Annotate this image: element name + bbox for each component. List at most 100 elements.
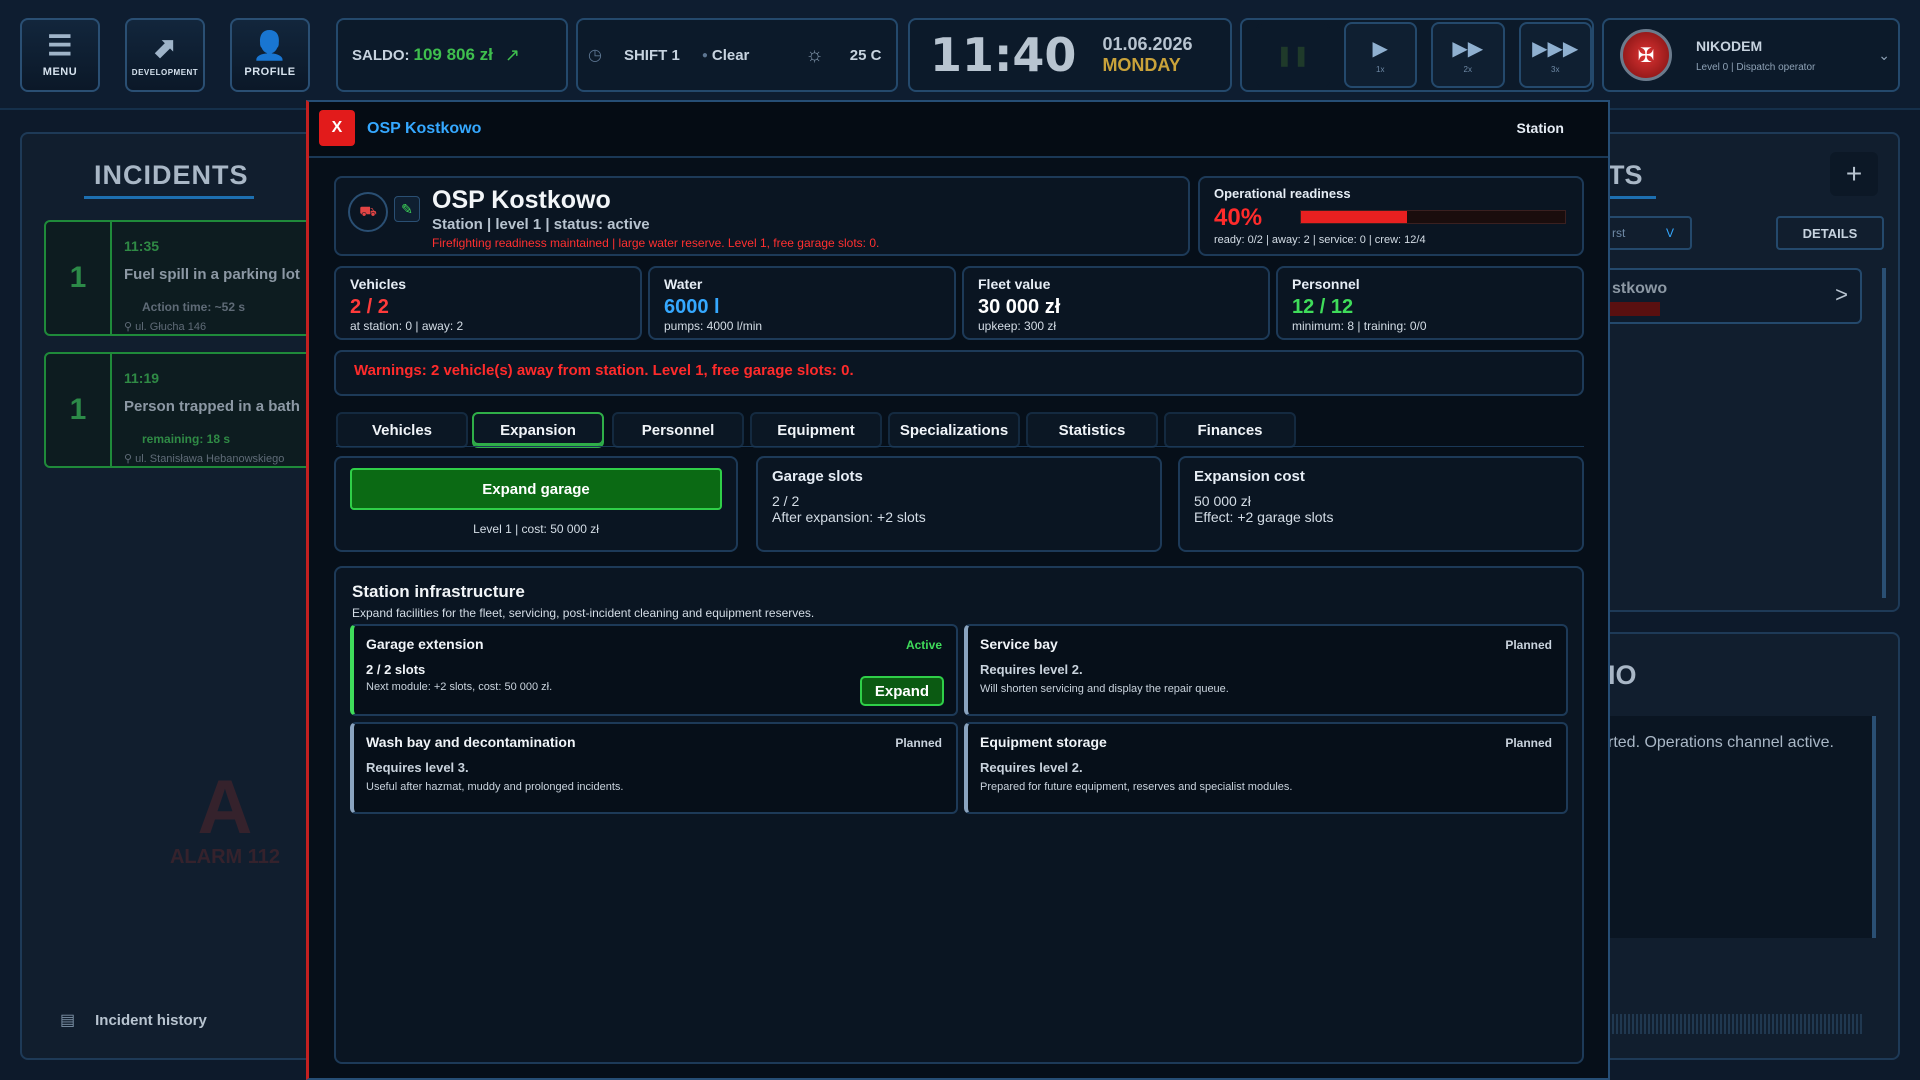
incident-time: 11:35 <box>124 238 160 254</box>
pause-button[interactable]: ❚❚ <box>1256 22 1330 88</box>
user-role: Level 0 | Dispatch operator <box>1696 61 1816 73</box>
speed-controls: ❚❚ ▶ 1x ▶▶ 2x ▶▶▶ 3x <box>1240 18 1594 92</box>
station-meta: Station | level 1 | status: active <box>432 216 650 233</box>
garage-slots-card: Garage slots 2 / 2 After expansion: +2 s… <box>756 456 1162 552</box>
user-panel[interactable]: ✠ NIKODEM Level 0 | Dispatch operator ⌄ <box>1602 18 1900 92</box>
speed-3x-button[interactable]: ▶▶▶ 3x <box>1518 22 1592 88</box>
close-button[interactable]: X <box>319 110 355 146</box>
readiness-card: Operational readiness 40% ready: 0/2 | a… <box>1198 176 1584 256</box>
stat-label: Vehicles <box>350 276 407 292</box>
infra-title: Service bay <box>980 636 1058 652</box>
warning-text: Warnings: 2 vehicle(s) away from station… <box>354 362 854 379</box>
stat-sub: pumps: 4000 l/min <box>664 319 763 333</box>
logo-text: ALARM 112 <box>169 846 281 868</box>
shift-label: SHIFT 1 <box>623 46 680 64</box>
incident-timer: Action time: ~52 s <box>142 300 246 314</box>
garage-slots-after: After expansion: +2 slots <box>772 509 926 525</box>
tab-equipment[interactable]: Equipment <box>750 412 882 448</box>
vehicles-stat-card: Vehicles 2 / 2 at station: 0 | away: 2 <box>334 266 642 340</box>
weather-dot-icon: ● <box>701 49 708 61</box>
expansion-cost-effect: Effect: +2 garage slots <box>1194 509 1334 525</box>
infra-title: Wash bay and decontamination <box>366 734 576 750</box>
units-scrollbar[interactable] <box>1882 268 1886 598</box>
clock-icon: ◷ <box>588 47 602 64</box>
edit-name-button[interactable]: ✎ <box>394 196 420 222</box>
incidents-title-underline <box>84 196 254 199</box>
infra-wash-bay: Wash bay and decontamination Planned Req… <box>350 722 958 814</box>
profile-button[interactable]: 👤 PROFILE <box>230 18 310 92</box>
infra-requirement: Requires level 3. <box>366 760 469 775</box>
infra-status: Planned <box>1505 736 1552 750</box>
expand-module-button[interactable]: Expand <box>860 676 944 706</box>
user-info: NIKODEM Level 0 | Dispatch operator <box>1696 38 1815 73</box>
trend-up-icon: ↗ <box>504 44 520 65</box>
incident-card[interactable]: 1 11:35 Fuel spill in a parking lot Acti… <box>44 220 324 336</box>
infra-garage-extension: Garage extension Active 2 / 2 slots Next… <box>350 624 958 716</box>
fast-forward-icon: ▶▶ <box>1452 38 1484 60</box>
stat-sub: at station: 0 | away: 2 <box>350 319 464 333</box>
speed-2x-button[interactable]: ▶▶ 2x <box>1431 22 1505 88</box>
game-time: 11:40 <box>930 28 1077 82</box>
infra-requirement: 2 / 2 slots <box>366 662 426 677</box>
infra-desc: Next module: +2 slots, cost: 50 000 zł. <box>366 681 553 693</box>
readiness-label: Operational readiness <box>1214 186 1351 201</box>
infra-title: Garage extension <box>366 636 484 652</box>
tab-expansion[interactable]: Expansion <box>472 412 604 448</box>
filter-select[interactable]: rst V <box>1604 216 1692 250</box>
speed-1x-button[interactable]: ▶ 1x <box>1343 22 1417 88</box>
radio-waveform <box>1604 1014 1864 1034</box>
tab-statistics[interactable]: Statistics <box>1026 412 1158 448</box>
fastest-forward-icon: ▶▶▶ <box>1532 38 1579 60</box>
balance-label: SALDO: <box>352 46 410 64</box>
station-info-card: ⛟ ✎ OSP Kostkowo Station | level 1 | sta… <box>334 176 1190 256</box>
units-panel <box>1600 132 1900 612</box>
chevron-down-icon: ⌄ <box>1878 46 1890 63</box>
development-label: DEVELOPMENT <box>131 67 199 77</box>
infra-requirement: Requires level 2. <box>980 662 1083 677</box>
game-logo: A ALARM 112 <box>160 770 290 890</box>
expansion-cost-card: Expansion cost 50 000 zł Effect: +2 gara… <box>1178 456 1584 552</box>
user-icon: 👤 <box>252 30 288 61</box>
logo-emblem-icon: A <box>197 765 253 850</box>
garage-slots-value: 2 / 2 <box>772 493 800 509</box>
development-button[interactable]: ⬈ DEVELOPMENT <box>125 18 205 92</box>
modal-header: X OSP Kostkowo Station <box>309 102 1608 158</box>
stat-value: 12 / 12 <box>1292 296 1354 318</box>
stat-value: 2 / 2 <box>350 296 389 318</box>
stat-label: Fleet value <box>978 276 1051 292</box>
water-stat-card: Water 6000 l pumps: 4000 l/min <box>648 266 956 340</box>
details-button[interactable]: DETAILS <box>1776 216 1884 250</box>
history-icon: ▤ <box>60 1012 76 1029</box>
expand-garage-button[interactable]: Expand garage <box>350 468 722 510</box>
add-unit-button[interactable]: + <box>1830 152 1878 196</box>
station-note: Firefighting readiness maintained | larg… <box>432 236 880 250</box>
incident-address: ⚲ ul. Głucha 146 <box>124 321 207 333</box>
growth-icon: ⬈ <box>153 31 177 63</box>
tab-finances[interactable]: Finances <box>1164 412 1296 448</box>
game-date: 01.06.2026 <box>1102 34 1193 54</box>
readiness-detail: ready: 0/2 | away: 2 | service: 0 | crew… <box>1214 234 1426 246</box>
station-list-item[interactable]: stkowo > <box>1604 268 1862 324</box>
station-list-status <box>1610 302 1660 316</box>
infrastructure-desc: Expand facilities for the fleet, servici… <box>352 606 815 620</box>
speed-3x-label: 3x <box>1551 65 1560 74</box>
incident-address: ⚲ ul. Stanisława Hebanowskiego <box>124 453 285 465</box>
menu-button[interactable]: ☰ MENU <box>20 18 100 92</box>
pin-icon: ⚲ <box>124 321 136 333</box>
menu-label: MENU <box>42 66 78 78</box>
radio-title: IO <box>1608 660 1637 690</box>
balance-value: 109 806 zł <box>413 45 493 64</box>
incident-history-button[interactable]: ▤ Incident history <box>40 1000 310 1040</box>
infrastructure-title: Station infrastructure <box>352 582 525 601</box>
filter-select-value: rst <box>1612 226 1626 240</box>
warning-bar: Warnings: 2 vehicle(s) away from station… <box>334 350 1584 396</box>
tab-vehicles[interactable]: Vehicles <box>336 412 468 448</box>
infra-status: Planned <box>895 736 942 750</box>
incident-card[interactable]: 1 11:19 Person trapped in a bath remaini… <box>44 352 324 468</box>
tab-personnel[interactable]: Personnel <box>612 412 744 448</box>
play-icon: ▶ <box>1372 38 1388 60</box>
personnel-stat-card: Personnel 12 / 12 minimum: 8 | training:… <box>1276 266 1584 340</box>
tab-specializations[interactable]: Specializations <box>888 412 1020 448</box>
infra-desc: Will shorten servicing and display the r… <box>980 683 1229 695</box>
balance-panel: SALDO: 109 806 zł ↗ <box>336 18 568 92</box>
